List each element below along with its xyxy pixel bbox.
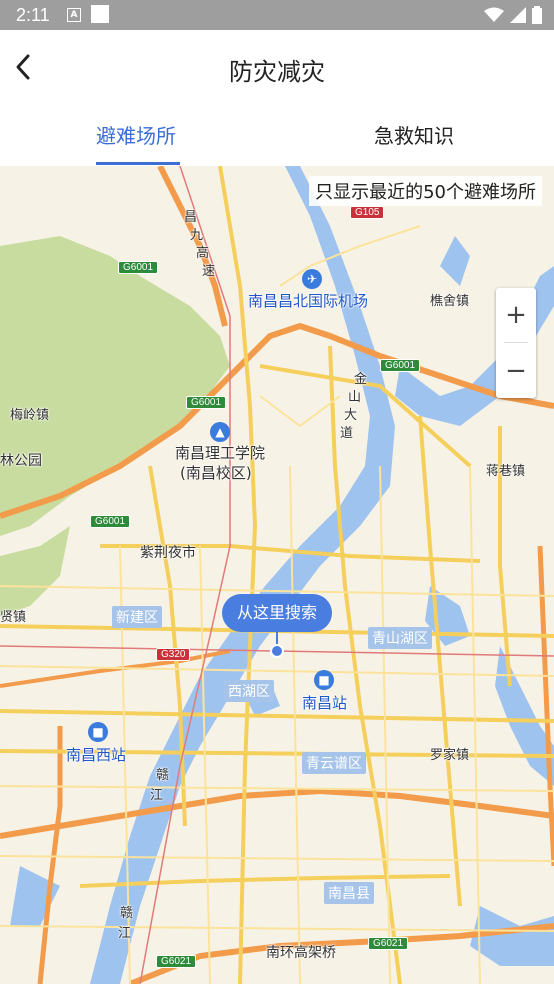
place-label: 梅岭镇 [10, 408, 50, 423]
poi-label-school-campus: (南昌校区) [180, 464, 252, 482]
place-label: 蒋巷镇 [486, 464, 526, 479]
place-label: 樵舍镇 [430, 294, 470, 309]
road-label: 道 [340, 426, 354, 441]
poi-label-school: 南昌理工学院 [175, 444, 266, 462]
road-label: 昌 [184, 210, 198, 225]
tab-first-aid[interactable]: 急救知识 [374, 120, 454, 149]
district-label-qingyunpu: 青云谱区 [302, 752, 366, 774]
place-label: 贤镇 [0, 610, 27, 625]
tab-bar: 避难场所 急救知识 [0, 110, 554, 166]
district-label-qingshanhu: 青山湖区 [368, 627, 432, 649]
road-badge-g6001: G6001 [380, 359, 421, 372]
road-badge-g6021: G6021 [368, 937, 409, 950]
place-label: 罗家镇 [430, 748, 470, 763]
map-canvas [0, 166, 554, 984]
notification-a-icon: A [67, 8, 81, 22]
district-label-nanchangxian: 南昌县 [324, 882, 374, 904]
map-view[interactable]: 只显示最近的50个避难场所 + − G105 G6001 G6001 G6001… [0, 166, 554, 984]
road-label: 高 [196, 246, 210, 261]
wifi-icon [484, 7, 504, 22]
road-badge-g320: G320 [156, 648, 191, 661]
battery-icon [532, 6, 542, 24]
train-station-icon: ■ [88, 722, 108, 742]
road-badge-g6001: G6001 [90, 515, 131, 528]
status-time: 2:11 [16, 5, 50, 25]
road-label: 金 [354, 372, 368, 387]
river-label: 江 [150, 788, 164, 803]
notification-square-icon [91, 5, 109, 23]
river-label: 赣 [156, 768, 170, 783]
road-label: 山 [348, 390, 362, 405]
poi-label-airport: 南昌昌北国际机场 [248, 292, 369, 310]
zoom-out-button[interactable]: − [496, 344, 536, 398]
train-station-icon: ■ [314, 670, 334, 690]
page-title: 防灾减灾 [229, 58, 325, 86]
road-label: 速 [202, 264, 216, 279]
river-label: 江 [118, 926, 132, 941]
location-pin-icon [270, 644, 284, 658]
road-badge-g6001: G6001 [118, 261, 159, 274]
place-label: 紫荆夜市 [140, 545, 196, 561]
river-label: 赣 [120, 906, 134, 921]
airport-icon: ✈ [302, 269, 322, 289]
search-here-button[interactable]: 从这里搜索 [222, 594, 332, 632]
shelter-limit-notice: 只显示最近的50个避难场所 [309, 176, 542, 206]
status-icons [484, 6, 542, 24]
district-label-xihu: 西湖区 [224, 680, 274, 702]
signal-icon [510, 7, 526, 23]
station-label-nanchang: 南昌站 [302, 694, 348, 712]
road-badge-g6021: G6021 [156, 955, 197, 968]
station-label-nanchang-west: 南昌西站 [66, 746, 127, 764]
road-label: 大 [344, 408, 358, 423]
road-badge-g105: G105 [350, 206, 385, 219]
app-header: 防灾减灾 [0, 30, 554, 110]
tab-shelters[interactable]: 避难场所 [96, 120, 176, 149]
place-label: 林公园 [0, 453, 42, 469]
status-bar: 2:11 A [0, 0, 554, 30]
road-label: 南环高架桥 [266, 945, 336, 961]
district-label-xinjian: 新建区 [112, 606, 162, 628]
zoom-control: + − [496, 288, 536, 398]
road-badge-g6001: G6001 [186, 396, 227, 409]
zoom-divider [504, 342, 528, 343]
active-tab-indicator [96, 162, 180, 165]
zoom-in-button[interactable]: + [496, 288, 536, 342]
road-label: 九 [190, 228, 204, 243]
school-icon: ▲ [210, 422, 230, 442]
